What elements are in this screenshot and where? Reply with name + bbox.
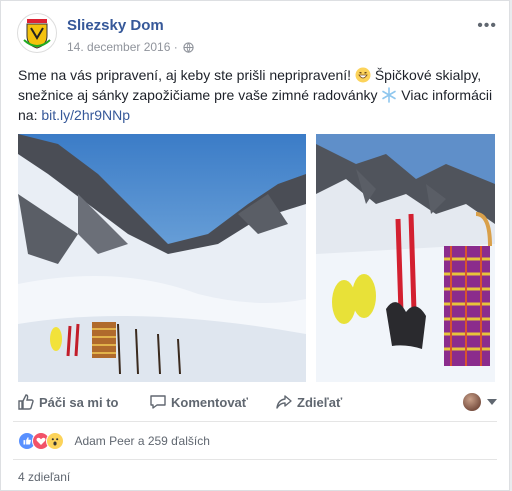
- more-icon[interactable]: •••: [477, 17, 497, 35]
- photo-gear[interactable]: [316, 134, 495, 382]
- post-text-line3: na:: [18, 107, 42, 123]
- wow-reaction-icon: [46, 432, 64, 450]
- like-button[interactable]: Páči sa mi to: [17, 393, 118, 413]
- post-header: Sliezsky Dom 14. december 2016 · •••: [17, 13, 497, 57]
- thumbs-up-icon: [18, 394, 34, 410]
- comment-button[interactable]: Komentovať: [149, 393, 248, 413]
- post-meta: 14. december 2016 ·: [67, 40, 194, 54]
- grinning-face-icon: [355, 67, 371, 83]
- page-name-link[interactable]: Sliezsky Dom: [67, 17, 164, 34]
- share-label: Zdieľať: [297, 395, 343, 410]
- globe-icon[interactable]: [183, 42, 194, 53]
- post-text-line2b: Viac informácii: [397, 87, 493, 103]
- comment-icon: [150, 395, 166, 409]
- reactions-summary[interactable]: Adam Peer a 259 ďalších: [18, 432, 210, 452]
- meta-separator: ·: [173, 40, 178, 54]
- photo-mountains[interactable]: [18, 134, 306, 382]
- post-text-line1b: Špičkové skialpy,: [370, 67, 482, 83]
- share-button[interactable]: Zdieľať: [275, 393, 342, 413]
- chevron-down-icon: [487, 399, 497, 405]
- like-label: Páči sa mi to: [39, 395, 119, 410]
- reactors-text[interactable]: Adam Peer a 259 ďalších: [74, 434, 209, 448]
- reaction-as-selector[interactable]: [463, 393, 497, 413]
- share-count[interactable]: 4 zdieľaní: [18, 470, 70, 484]
- snowflake-icon: [382, 87, 397, 103]
- comment-label: Komentovať: [171, 395, 249, 410]
- post-date[interactable]: 14. december 2016: [67, 40, 170, 54]
- page-avatar[interactable]: [17, 13, 57, 53]
- viewer-avatar: [463, 393, 481, 411]
- facebook-post: Sliezsky Dom 14. december 2016 · ••• Sme…: [0, 0, 510, 491]
- page-logo-icon: [19, 15, 55, 51]
- post-link[interactable]: bit.ly/2hr9NNp: [41, 107, 130, 123]
- post-text-line2: snežnice aj sánky zapožičiame pre vaše z…: [18, 87, 382, 103]
- post-text: Sme na vás pripravení, aj keby ste prišl…: [18, 65, 498, 125]
- post-text-line1: Sme na vás pripravení, aj keby ste prišl…: [18, 67, 355, 83]
- action-bar: Páči sa mi to Komentovať Zdieľať: [13, 385, 497, 422]
- divider: [13, 459, 497, 460]
- share-icon: [276, 395, 292, 409]
